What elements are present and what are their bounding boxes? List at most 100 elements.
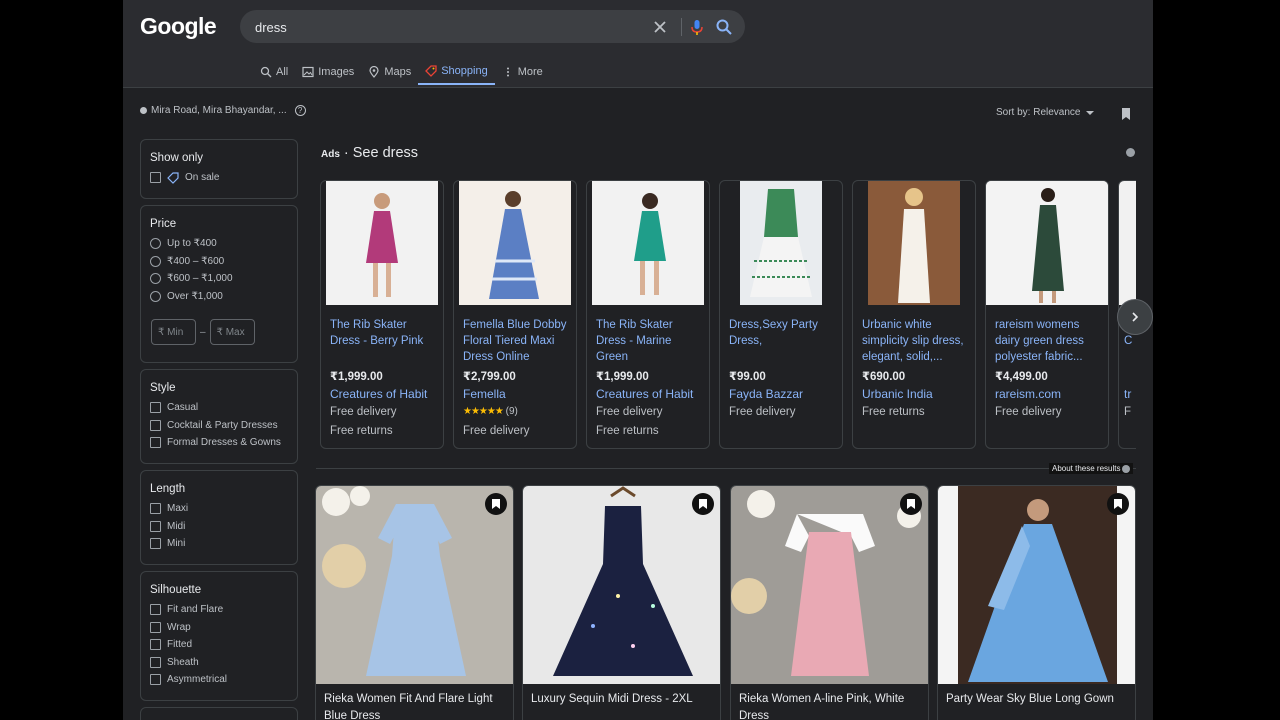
search-box[interactable] xyxy=(240,10,745,43)
radio[interactable] xyxy=(150,290,161,302)
bookmark-icon xyxy=(699,499,707,509)
checkbox[interactable] xyxy=(150,503,161,515)
ad-seller[interactable]: Creatures of Habit xyxy=(330,387,427,401)
dress-image xyxy=(459,181,571,305)
microphone-icon[interactable] xyxy=(687,17,707,37)
product-image[interactable] xyxy=(459,181,571,305)
price-option[interactable]: ₹600 – ₹1,000 xyxy=(150,270,297,288)
ad-seller[interactable]: Fayda Bazzar xyxy=(729,387,803,401)
google-logo[interactable]: Google xyxy=(140,13,217,40)
filter-option-on-sale[interactable]: On sale xyxy=(150,169,297,187)
checkbox[interactable] xyxy=(150,604,161,616)
filter-option[interactable]: Casual xyxy=(150,399,297,417)
filter-option[interactable]: Midi xyxy=(150,518,297,536)
filter-option[interactable]: Fit and Flare xyxy=(150,601,297,619)
product-image[interactable] xyxy=(326,181,438,305)
ad-name[interactable]: Dress,Sexy Party Dress, xyxy=(729,317,837,365)
carousel-next-button[interactable] xyxy=(1117,299,1153,335)
ad-card[interactable]: The Rib Skater Dress - Berry Pink ₹1,999… xyxy=(320,180,444,449)
sort-dropdown[interactable]: Sort by: Relevance xyxy=(996,107,1094,118)
price-option[interactable]: Up to ₹400 xyxy=(150,235,297,253)
ad-delivery: F xyxy=(1124,406,1132,418)
filter-option[interactable]: Asymmetrical xyxy=(150,671,297,689)
bookmark-button[interactable] xyxy=(1107,493,1129,515)
filter-title: Silhouette xyxy=(150,584,202,596)
filter-option[interactable]: Sheath xyxy=(150,654,297,672)
checkbox[interactable] xyxy=(150,639,161,651)
ad-card[interactable]: Femella Blue Dobby Floral Tiered Maxi Dr… xyxy=(453,180,577,449)
filter-option[interactable]: Formal Dresses & Gowns xyxy=(150,434,297,452)
product-image[interactable] xyxy=(740,181,822,305)
radio[interactable] xyxy=(150,255,161,267)
product-image[interactable] xyxy=(731,486,929,684)
product-image[interactable] xyxy=(523,486,721,684)
bookmark-button[interactable] xyxy=(485,493,507,515)
product-card[interactable]: Party Wear Sky Blue Long Gown xyxy=(937,485,1136,720)
checkbox[interactable] xyxy=(150,172,161,184)
filter-option[interactable]: Maxi xyxy=(150,500,297,518)
radio[interactable] xyxy=(150,273,161,285)
tab-maps[interactable]: Maps xyxy=(361,58,418,85)
price-max-input[interactable]: ₹ Max xyxy=(209,319,255,345)
filter-option[interactable]: Cocktail & Party Dresses xyxy=(150,417,297,435)
tab-shopping[interactable]: Shopping xyxy=(418,58,495,85)
ad-card[interactable]: The Rib Skater Dress - Marine Green ₹1,9… xyxy=(586,180,710,449)
filter-option[interactable]: Fitted xyxy=(150,636,297,654)
product-image[interactable] xyxy=(986,181,1108,305)
product-image[interactable] xyxy=(316,486,514,684)
about-results-button[interactable]: About these results xyxy=(1049,463,1134,474)
price-min-input[interactable]: ₹ Min xyxy=(151,319,196,345)
price-option[interactable]: ₹400 – ₹600 xyxy=(150,253,297,271)
product-title[interactable]: Rieka Women A-line Pink, White Dress xyxy=(739,691,924,720)
product-image[interactable] xyxy=(938,486,1136,684)
tab-images[interactable]: Images xyxy=(295,58,361,85)
tab-all[interactable]: All xyxy=(253,58,295,85)
product-title[interactable]: Luxury Sequin Midi Dress - 2XL xyxy=(531,691,716,708)
ad-seller[interactable]: rareism.com xyxy=(995,387,1061,401)
ad-seller[interactable]: Femella xyxy=(463,387,506,401)
checkbox[interactable] xyxy=(150,674,161,686)
price-option[interactable]: Over ₹1,000 xyxy=(150,288,297,306)
tag-icon xyxy=(425,64,437,77)
product-image[interactable] xyxy=(1119,181,1136,305)
ad-name[interactable]: Urbanic white simplicity slip dress, ele… xyxy=(862,317,970,365)
saved-bookmark-icon[interactable] xyxy=(1120,107,1132,121)
location-bar[interactable]: Mira Road, Mira Bhayandar, ... ? xyxy=(140,105,306,116)
filter-option[interactable]: Wrap xyxy=(150,619,297,637)
ad-name[interactable]: The Rib Skater Dress - Marine Green xyxy=(596,317,704,365)
product-card[interactable]: Rieka Women Fit And Flare Light Blue Dre… xyxy=(315,485,514,720)
ad-name[interactable]: The Rib Skater Dress - Berry Pink xyxy=(330,317,438,365)
checkbox[interactable] xyxy=(150,419,161,431)
checkbox[interactable] xyxy=(150,520,161,532)
ad-card[interactable]: rareism womens dairy green dress polyest… xyxy=(985,180,1109,449)
checkbox[interactable] xyxy=(150,621,161,633)
ad-card[interactable]: Dress,Sexy Party Dress, ₹99.00 Fayda Baz… xyxy=(719,180,843,449)
ad-seller[interactable]: Creatures of Habit xyxy=(596,387,693,401)
checkbox[interactable] xyxy=(150,656,161,668)
tab-more[interactable]: More xyxy=(495,58,550,85)
ad-name[interactable]: rareism womens dairy green dress polyest… xyxy=(995,317,1103,365)
tab-label: More xyxy=(517,65,543,78)
info-icon[interactable] xyxy=(1126,148,1135,157)
clear-icon[interactable] xyxy=(650,17,670,37)
help-icon[interactable]: ? xyxy=(294,105,306,116)
checkbox[interactable] xyxy=(150,538,161,550)
product-title[interactable]: Party Wear Sky Blue Long Gown xyxy=(946,691,1131,708)
ad-card[interactable]: Urbanic white simplicity slip dress, ele… xyxy=(852,180,976,449)
checkbox[interactable] xyxy=(150,402,161,414)
filter-option[interactable]: Mini xyxy=(150,535,297,553)
product-image[interactable] xyxy=(868,181,960,305)
search-input[interactable] xyxy=(255,16,635,38)
ad-seller[interactable]: tr xyxy=(1124,387,1131,401)
radio[interactable] xyxy=(150,238,161,250)
product-image[interactable] xyxy=(592,181,704,305)
ad-name[interactable]: Femella Blue Dobby Floral Tiered Maxi Dr… xyxy=(463,317,571,365)
product-title[interactable]: Rieka Women Fit And Flare Light Blue Dre… xyxy=(324,691,509,720)
bookmark-button[interactable] xyxy=(692,493,714,515)
checkbox[interactable] xyxy=(150,437,161,449)
ad-seller[interactable]: Urbanic India xyxy=(862,387,933,401)
product-card[interactable]: Luxury Sequin Midi Dress - 2XL xyxy=(522,485,721,720)
product-card[interactable]: Rieka Women A-line Pink, White Dress xyxy=(730,485,929,720)
bookmark-button[interactable] xyxy=(900,493,922,515)
search-icon[interactable] xyxy=(714,17,734,37)
